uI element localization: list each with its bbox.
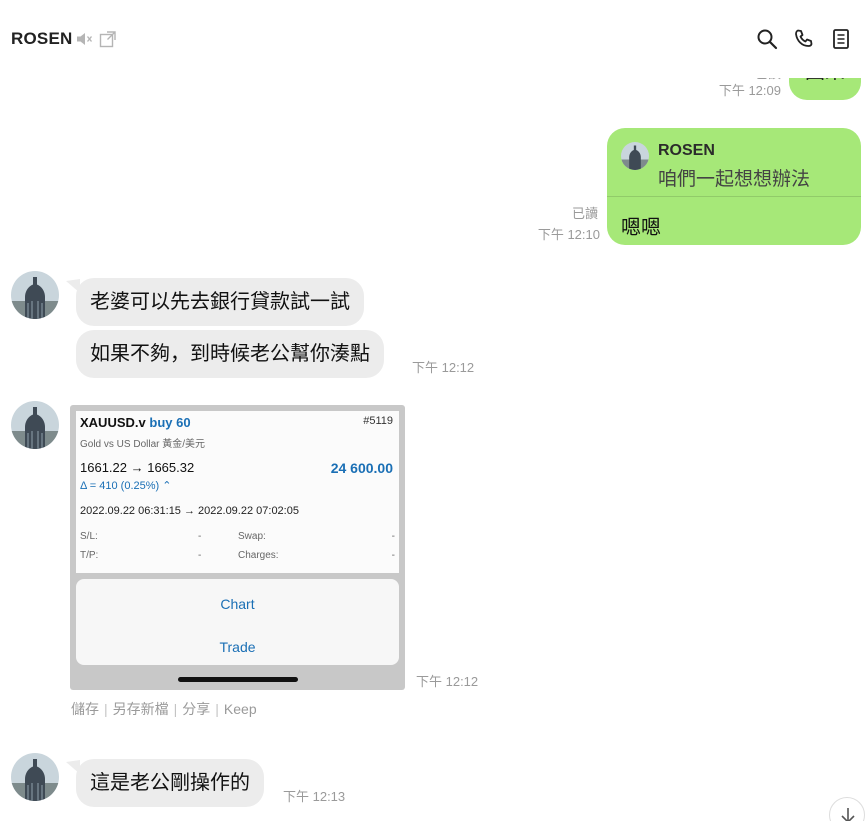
share-action[interactable]: 分享 [182,701,210,717]
save-as-action[interactable]: 另存新檔 [113,701,169,717]
arrow-down-icon [841,808,855,821]
trade-detail-panel: XAUUSD.v buy 60 #5119 Gold vs US Dollar … [76,411,399,573]
trade-delta: Δ = 410 (0.25%) ⌃ [80,480,172,492]
message-time: 下午 12:13 [283,789,346,804]
chat-area[interactable]: 回來 已讀 下午 12:09 ROSEN 咱們一起想想辦法 嗯嗯 已讀 下午 1… [0,58,865,821]
contact-avatar[interactable] [11,753,59,801]
message-time: 下午 12:12 [416,674,479,689]
sl-label: S/L: [80,531,98,542]
trade-description: Gold vs US Dollar 黃金/美元 [80,439,206,450]
search-icon[interactable] [755,27,779,51]
chart-button[interactable]: Chart [76,589,399,619]
swap-label: Swap: [238,531,266,542]
chat-title: ROSEN [11,29,73,48]
quoted-sender-name: ROSEN [658,142,715,159]
chat-header: ROSEN [0,0,865,78]
quoted-message[interactable]: ROSEN 咱們一起想想辦法 [607,128,861,197]
trade-prices: 1661.22 → 1665.32 [80,460,195,475]
swap-value: - [391,531,395,542]
message-time: 下午 12:12 [412,360,475,375]
trade-dates: 2022.09.22 06:31:15 → 2022.09.22 07:02:0… [80,505,299,517]
action-sheet: Chart Trade [76,579,399,665]
symbol-text: XAUUSD.v [80,415,146,430]
reply-message-text: 嗯嗯 [621,217,661,239]
trade-row-sl-swap: S/L: - Swap: - [80,531,395,545]
mute-icon[interactable] [75,30,93,48]
contact-avatar[interactable] [11,401,59,449]
message-time: 下午 12:10 [537,227,600,242]
image-message[interactable]: XAUUSD.v buy 60 #5119 Gold vs US Dollar … [70,405,405,690]
outgoing-reply-bubble[interactable]: ROSEN 咱們一起想想辦法 嗯嗯 [607,128,861,245]
sl-value: - [198,531,202,542]
scroll-down-button[interactable] [829,797,865,821]
charges-value: - [391,550,395,561]
charges-label: Charges: [238,550,279,561]
tp-label: T/P: [80,550,99,561]
save-action[interactable]: 儲存 [71,701,99,717]
separator: | [104,701,108,717]
separator: | [173,701,178,717]
contact-avatar[interactable] [11,271,59,319]
trade-ticket: #5119 [363,415,393,427]
trade-row-tp-charges: T/P: - Charges: - [80,550,395,564]
image-actions: 儲存 | 另存新檔 | 分享 | Keep [71,699,257,719]
trade-button[interactable]: Trade [76,632,399,662]
trade-profit: 24 600.00 [330,460,393,476]
phone-icon[interactable] [792,27,816,51]
trade-symbol: XAUUSD.v buy 60 [80,415,191,430]
incoming-message-bubble[interactable]: 老婆可以先去銀行貸款試一試 [76,278,364,326]
keep-action[interactable]: Keep [224,701,257,717]
notes-icon[interactable] [829,27,853,51]
read-receipt: 已讀 [571,206,598,221]
external-window-icon[interactable] [99,30,117,48]
home-indicator [178,677,298,682]
incoming-message-bubble[interactable]: 這是老公剛操作的 [76,759,264,807]
trade-side: buy 60 [149,415,191,430]
incoming-message-bubble[interactable]: 如果不夠，到時候老公幫你湊點 [76,330,384,378]
message-time: 下午 12:09 [718,83,781,98]
quoted-text: 咱們一起想想辦法 [658,169,811,190]
quoted-avatar [621,142,649,170]
separator: | [215,701,219,717]
tp-value: - [198,550,202,561]
